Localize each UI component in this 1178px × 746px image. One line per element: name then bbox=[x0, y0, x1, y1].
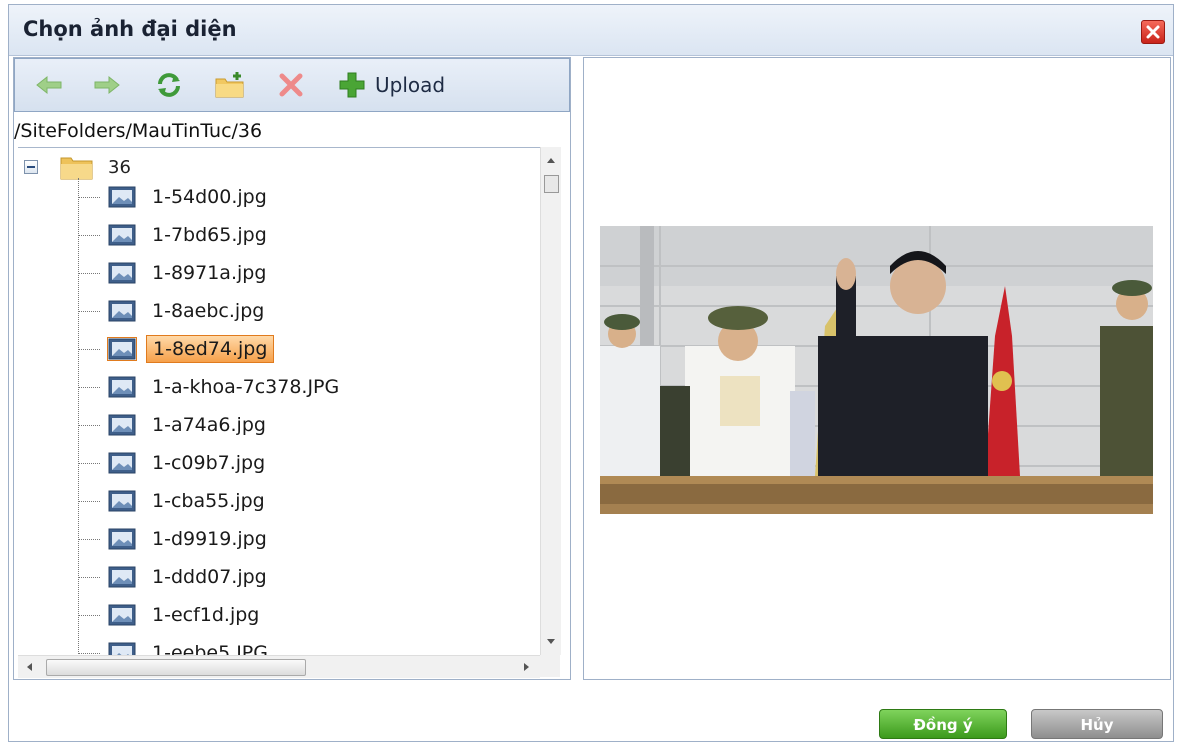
dialog-title: Chọn ảnh đại diện bbox=[23, 17, 237, 41]
vertical-scroll-thumb[interactable] bbox=[544, 175, 559, 193]
image-file-icon bbox=[108, 642, 136, 656]
tree-connector bbox=[78, 652, 100, 654]
image-file-icon bbox=[108, 186, 136, 208]
image-file-icon bbox=[108, 376, 136, 398]
tree-file-node[interactable]: 1-7bd65.jpg bbox=[78, 220, 273, 250]
image-file-icon bbox=[108, 604, 136, 626]
preview-panel bbox=[583, 57, 1171, 680]
tree-connector bbox=[78, 614, 100, 616]
tree-file-node[interactable]: 1-a74a6.jpg bbox=[78, 410, 272, 440]
tree-file-label: 1-8ed74.jpg bbox=[146, 335, 275, 363]
close-icon bbox=[1146, 25, 1160, 39]
tree-file-node[interactable]: 1-d9919.jpg bbox=[78, 524, 273, 554]
add-icon bbox=[339, 72, 365, 98]
tree-file-label: 1-a-khoa-7c378.JPG bbox=[152, 376, 340, 398]
tree-file-node[interactable]: 1-ecf1d.jpg bbox=[78, 600, 265, 630]
tree-file-label: 1-a74a6.jpg bbox=[152, 414, 266, 436]
tree-file-node[interactable]: 1-cba55.jpg bbox=[78, 486, 271, 516]
file-browser-panel: Upload /SiteFolders/MauTinTuc/36 36 1-54… bbox=[13, 57, 571, 680]
tree-file-node[interactable]: 1-eebe5.JPG bbox=[78, 638, 274, 656]
tree-file-node[interactable]: 1-8ed74.jpg bbox=[78, 334, 275, 364]
close-button[interactable] bbox=[1141, 20, 1165, 44]
refresh-button[interactable] bbox=[153, 69, 185, 101]
upload-label: Upload bbox=[375, 73, 446, 97]
dialog-titlebar: Chọn ảnh đại diện bbox=[9, 5, 1173, 56]
delete-icon bbox=[279, 73, 303, 97]
tree-file-node[interactable]: 1-ddd07.jpg bbox=[78, 562, 273, 592]
scroll-right-icon[interactable] bbox=[516, 657, 536, 677]
image-file-icon bbox=[108, 300, 136, 322]
tree-file-node[interactable]: 1-a-khoa-7c378.JPG bbox=[78, 372, 345, 402]
tree-connector bbox=[78, 196, 100, 198]
back-arrow-icon bbox=[36, 75, 62, 95]
tree-connector bbox=[78, 310, 100, 312]
image-picker-dialog: Chọn ảnh đại diện Upload /SiteFolders/Ma… bbox=[8, 4, 1174, 742]
folder-icon bbox=[60, 157, 93, 180]
tree-file-label: 1-ddd07.jpg bbox=[152, 566, 267, 588]
image-file-icon bbox=[108, 262, 136, 284]
image-file-icon bbox=[108, 452, 136, 474]
tree-file-label: 1-ecf1d.jpg bbox=[152, 604, 260, 626]
scroll-up-icon[interactable] bbox=[541, 151, 561, 171]
folder-tree: 36 1-54d00.jpg 1-7bd65.jpg 1-8971a.jpg 1-8a… bbox=[18, 147, 540, 656]
tree-connector bbox=[78, 538, 100, 540]
image-file-icon bbox=[108, 528, 136, 550]
tree-file-label: 1-8971a.jpg bbox=[152, 262, 267, 284]
tree-file-label: 1-eebe5.JPG bbox=[152, 642, 268, 656]
ok-button[interactable]: Đồng ý bbox=[879, 709, 1007, 739]
image-file-icon bbox=[107, 337, 137, 361]
horizontal-scrollbar[interactable] bbox=[18, 655, 540, 678]
tree-file-node[interactable]: 1-8971a.jpg bbox=[78, 258, 272, 288]
toolbar: Upload bbox=[14, 58, 570, 112]
tree-connector bbox=[78, 462, 100, 464]
tree-file-node[interactable]: 1-8aebc.jpg bbox=[78, 296, 270, 326]
scrollbar-corner bbox=[540, 655, 560, 677]
current-path: /SiteFolders/MauTinTuc/36 bbox=[14, 120, 263, 142]
new-folder-button[interactable] bbox=[213, 69, 245, 101]
collapse-icon[interactable] bbox=[24, 160, 38, 174]
tree-connector bbox=[78, 576, 100, 578]
new-folder-icon bbox=[215, 72, 244, 98]
tree-connector bbox=[78, 424, 100, 426]
tree-file-node[interactable]: 1-54d00.jpg bbox=[78, 182, 273, 212]
tree-connector bbox=[78, 272, 100, 274]
refresh-icon bbox=[158, 73, 180, 97]
image-file-icon bbox=[108, 414, 136, 436]
tree-connector bbox=[78, 348, 100, 350]
tree-file-label: 1-d9919.jpg bbox=[152, 528, 267, 550]
upload-button[interactable]: Upload bbox=[337, 69, 445, 101]
cancel-button[interactable]: Hủy bbox=[1031, 709, 1163, 739]
forward-arrow-icon bbox=[94, 75, 120, 95]
forward-button[interactable] bbox=[91, 69, 123, 101]
tree-file-label: 1-cba55.jpg bbox=[152, 490, 265, 512]
tree-file-node[interactable]: 1-c09b7.jpg bbox=[78, 448, 271, 478]
scroll-left-icon[interactable] bbox=[20, 657, 40, 677]
tree-connector bbox=[78, 500, 100, 502]
tree-file-label: 1-7bd65.jpg bbox=[152, 224, 267, 246]
tree-root-label: 36 bbox=[108, 156, 131, 178]
vertical-scrollbar[interactable] bbox=[540, 147, 561, 655]
tree-file-label: 1-54d00.jpg bbox=[152, 186, 267, 208]
preview-image bbox=[600, 226, 1153, 514]
image-file-icon bbox=[108, 224, 136, 246]
horizontal-scroll-thumb[interactable] bbox=[46, 659, 306, 676]
tree-file-label: 1-8aebc.jpg bbox=[152, 300, 265, 322]
tree-root-node[interactable]: 36 bbox=[24, 154, 131, 180]
image-file-icon bbox=[108, 566, 136, 588]
tree-file-label: 1-c09b7.jpg bbox=[152, 452, 266, 474]
scroll-down-icon[interactable] bbox=[541, 631, 561, 651]
tree-connector bbox=[78, 386, 100, 388]
image-file-icon bbox=[108, 490, 136, 512]
back-button[interactable] bbox=[33, 69, 65, 101]
tree-connector bbox=[78, 234, 100, 236]
delete-button[interactable] bbox=[275, 69, 307, 101]
